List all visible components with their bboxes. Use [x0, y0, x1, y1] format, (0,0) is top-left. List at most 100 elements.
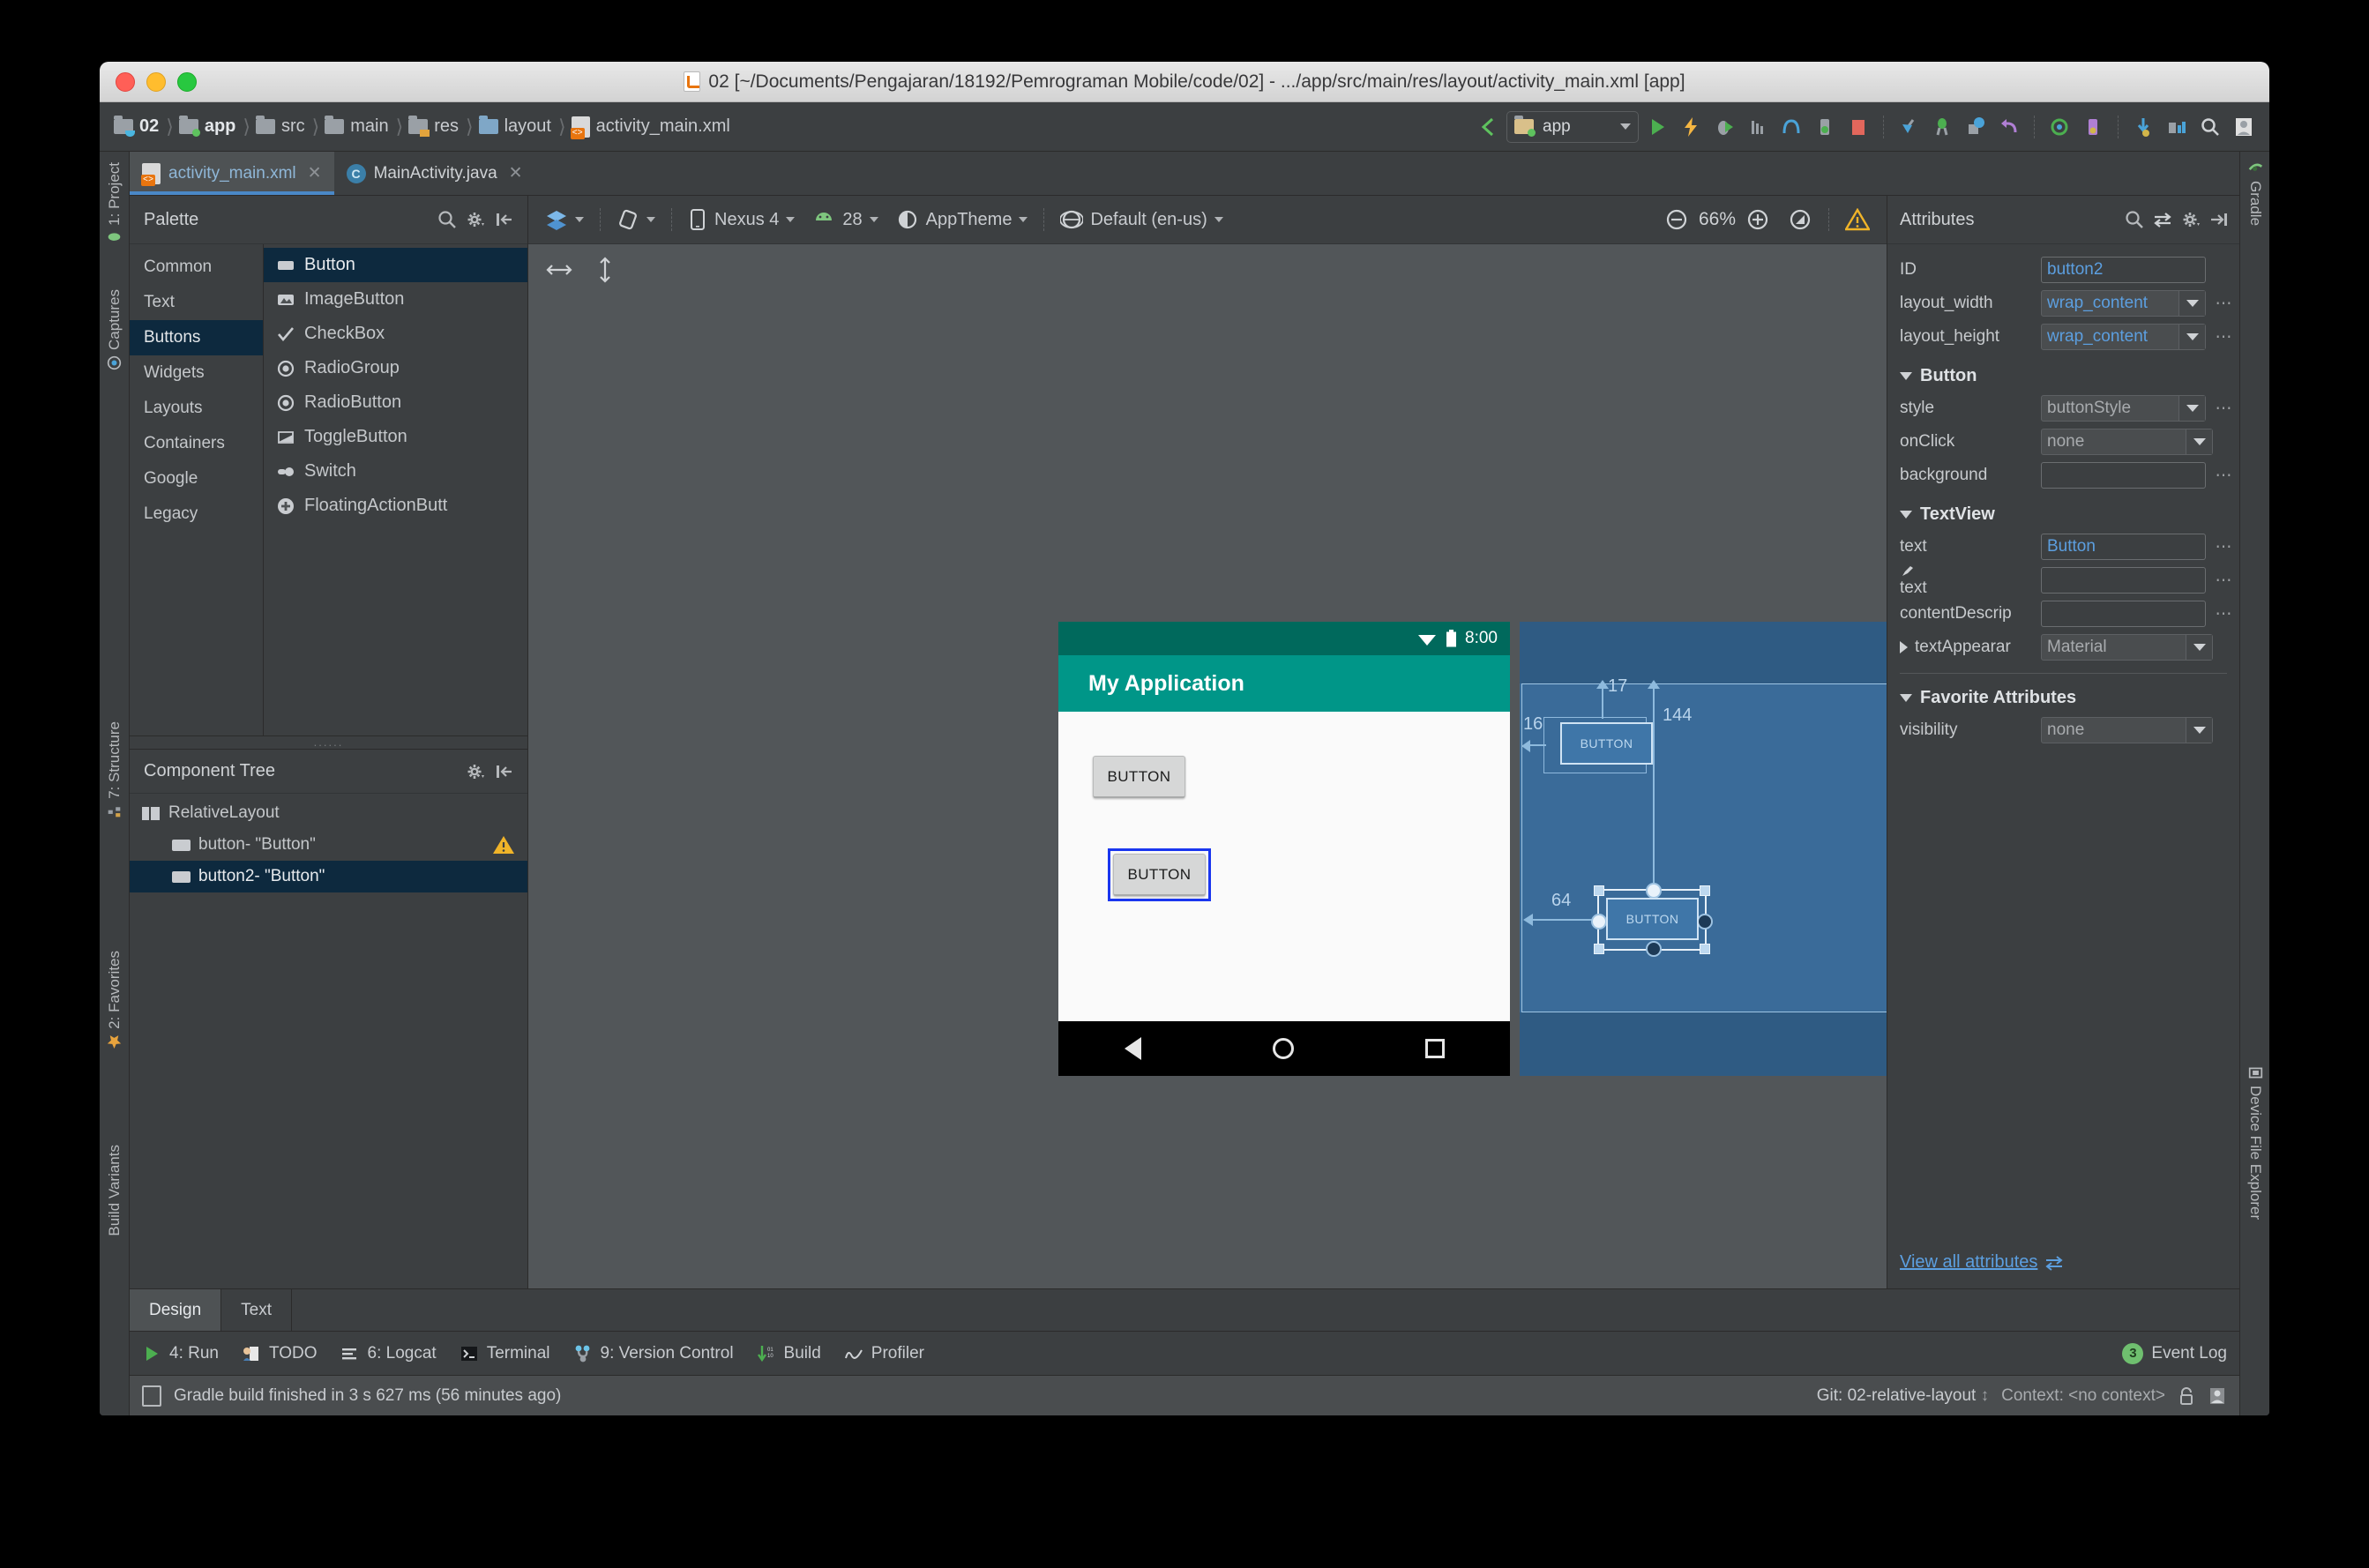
tree-node-button2[interactable]: button2- "Button" — [130, 861, 527, 892]
preview-button[interactable]: BUTTON — [1093, 756, 1185, 798]
more-button[interactable]: ⋯ — [2213, 537, 2234, 557]
lock-icon[interactable] — [2178, 1385, 2195, 1407]
style-combo[interactable]: buttonStyle — [2041, 395, 2206, 422]
run-icon[interactable] — [1642, 112, 1672, 142]
resize-handle-tr[interactable] — [1700, 885, 1710, 896]
more-button[interactable]: ⋯ — [2213, 399, 2234, 419]
recents-icon[interactable] — [1424, 1039, 1445, 1058]
palette-category-containers[interactable]: Containers — [130, 426, 263, 461]
tool-button-logcat[interactable]: 6: Logcat — [340, 1344, 437, 1363]
chevron-down-icon[interactable] — [2178, 291, 2205, 316]
tool-button-run[interactable]: 4: Run — [142, 1344, 219, 1363]
collapse-icon[interactable] — [2206, 206, 2232, 233]
chevron-down-icon[interactable] — [2178, 396, 2205, 421]
palette-category-google[interactable]: Google — [130, 461, 263, 497]
tool-button-build[interactable]: 01 10 Build — [757, 1344, 821, 1363]
sdk-manager-icon[interactable] — [1810, 112, 1840, 142]
locale-selector[interactable]: Default (en-us) — [1052, 204, 1230, 235]
rail-item-favorites[interactable]: 2: Favorites — [100, 945, 130, 1055]
layout-height-combo[interactable]: wrap_content — [2041, 324, 2206, 350]
palette-item-togglebutton[interactable]: ToggleButton — [264, 420, 527, 454]
search-icon[interactable] — [434, 206, 460, 233]
constraint-handle-bottom[interactable] — [1646, 941, 1662, 957]
blueprint-button2[interactable]: BUTTON — [1606, 898, 1699, 940]
rail-item-structure[interactable]: 7: Structure — [100, 716, 130, 825]
warning-icon[interactable] — [492, 834, 515, 855]
panel-splitter[interactable]: ...... — [130, 735, 527, 750]
breadcrumb-item-02[interactable]: 02 — [110, 116, 164, 137]
more-button[interactable]: ⋯ — [2213, 604, 2234, 624]
tool-button-todo[interactable]: TODO — [242, 1344, 318, 1363]
palette-category-text[interactable]: Text — [130, 285, 263, 320]
palette-item-button[interactable]: Button — [264, 248, 527, 282]
home-icon[interactable] — [1272, 1038, 1294, 1059]
blueprint-button[interactable]: BUTTON — [1560, 722, 1653, 765]
visibility-combo[interactable]: none — [2041, 717, 2213, 743]
breadcrumb-item-main[interactable]: main — [321, 116, 393, 137]
zoom-fit-button[interactable] — [1780, 204, 1820, 235]
palette-category-legacy[interactable]: Legacy — [130, 497, 263, 532]
step-into-icon[interactable] — [1894, 112, 1924, 142]
debug-icon[interactable] — [1709, 112, 1739, 142]
search-everywhere-icon[interactable] — [2195, 112, 2225, 142]
onclick-combo[interactable]: none — [2041, 429, 2213, 455]
palette-item-radiobutton[interactable]: RadioButton — [264, 385, 527, 420]
back-icon[interactable] — [1473, 112, 1503, 142]
chevron-down-icon[interactable] — [2186, 718, 2212, 743]
tab-mainactivity-java[interactable]: C MainActivity.java ✕ — [334, 152, 535, 195]
constraint-handle-left[interactable] — [1591, 914, 1607, 930]
event-log-button[interactable]: 3 Event Log — [2122, 1342, 2227, 1364]
git-branch-widget[interactable]: Git: 02-relative-layout ↕ — [1817, 1386, 1989, 1406]
avd-icon[interactable] — [2078, 112, 2108, 142]
theme-selector[interactable]: AppTheme — [888, 204, 1036, 235]
tab-activity-main-xml[interactable]: activity_main.xml ✕ — [130, 152, 334, 195]
chevron-down-icon[interactable] — [2186, 635, 2212, 660]
tab-design[interactable]: Design — [130, 1289, 222, 1331]
palette-item-floatingactionbutton[interactable]: FloatingActionButt — [264, 489, 527, 523]
rail-item-device-file-explorer[interactable]: Device File Explorer — [2240, 1060, 2269, 1225]
gear-icon[interactable] — [462, 206, 489, 233]
collapse-icon[interactable] — [490, 758, 517, 785]
design-canvas[interactable]: 8:00 My Application BUTTON BUTTON BUTTON… — [528, 244, 1887, 1288]
orientation-selector[interactable] — [609, 204, 663, 235]
tool-button-profiler[interactable]: Profiler — [844, 1344, 924, 1363]
gear-icon[interactable] — [2178, 206, 2204, 233]
tree-node-button[interactable]: button- "Button" — [130, 829, 527, 861]
chevron-down-icon[interactable] — [2186, 429, 2212, 454]
palette-category-layouts[interactable]: Layouts — [130, 391, 263, 426]
background-field[interactable] — [2041, 462, 2206, 489]
sync-gradle-icon[interactable] — [2044, 112, 2074, 142]
stop-icon[interactable] — [1843, 112, 1873, 142]
profile-icon[interactable] — [1743, 112, 1773, 142]
resize-handle-br[interactable] — [1700, 944, 1710, 954]
textappearance-combo[interactable]: Material — [2041, 634, 2213, 661]
palette-category-common[interactable]: Common — [130, 250, 263, 285]
device-preview[interactable]: 8:00 My Application BUTTON BUTTON — [1058, 622, 1510, 1076]
constraint-handle-top[interactable] — [1646, 883, 1662, 899]
tool-button-terminal[interactable]: Terminal — [460, 1344, 550, 1363]
section-button[interactable]: Button — [1887, 354, 2239, 392]
more-button[interactable]: ⋯ — [2213, 571, 2234, 591]
install-icon[interactable] — [2128, 112, 2158, 142]
more-button[interactable]: ⋯ — [2213, 327, 2234, 347]
palette-item-imagebutton[interactable]: ImageButton — [264, 282, 527, 317]
chevron-down-icon[interactable] — [2178, 325, 2205, 349]
zoom-in-button[interactable] — [1738, 204, 1778, 235]
resize-handle-bl[interactable] — [1594, 944, 1604, 954]
run-configuration-selector[interactable]: app — [1506, 110, 1639, 143]
view-mode-selector[interactable] — [537, 204, 592, 235]
avd-manager-icon[interactable] — [1776, 112, 1806, 142]
section-textview[interactable]: TextView — [1887, 492, 2239, 530]
constraint-handle-right[interactable] — [1697, 914, 1713, 930]
more-button[interactable]: ⋯ — [2213, 294, 2234, 314]
text-field[interactable]: Button — [2041, 534, 2206, 560]
breadcrumb-item-res[interactable]: res — [405, 116, 464, 137]
view-all-attributes-link[interactable]: View all attributes — [1900, 1252, 2239, 1273]
breadcrumb-item-src[interactable]: src — [252, 116, 310, 137]
design-text-field[interactable] — [2041, 567, 2206, 594]
breadcrumb-item-activity-main-xml[interactable]: activity_main.xml — [568, 116, 736, 139]
id-field[interactable]: button2 — [2041, 257, 2206, 283]
memory-icon[interactable] — [2208, 1385, 2227, 1407]
user-icon[interactable] — [2229, 112, 2259, 142]
warning-button[interactable] — [1837, 204, 1878, 235]
